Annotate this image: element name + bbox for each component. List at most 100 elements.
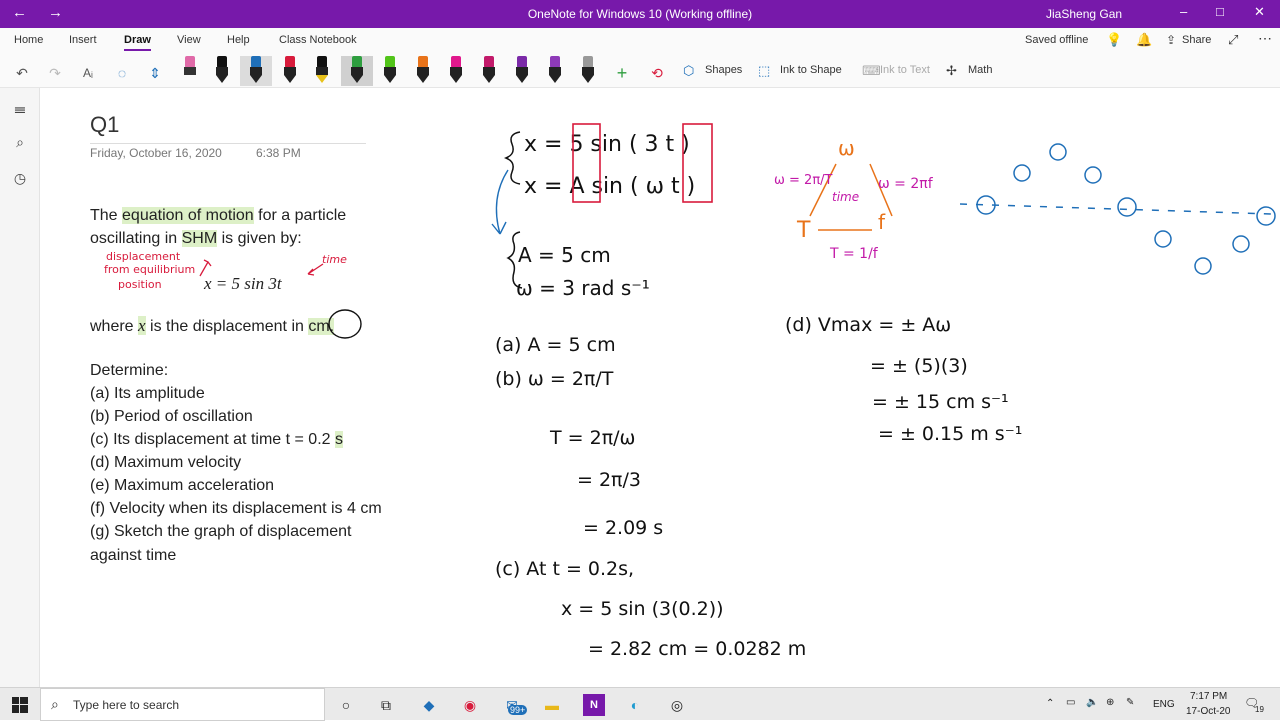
user-name[interactable]: JiaSheng Gan [1046,7,1122,21]
save-status: Saved offline [1025,34,1089,46]
tab-insert[interactable]: Insert [69,34,97,46]
ink-a-val: A = 5 cm [518,243,611,267]
sketch-circle [1256,206,1276,226]
chevron-up-icon[interactable]: ⌃ [1046,698,1054,709]
title-bar: ← → OneNote for Windows 10 (Working offl… [0,0,1280,28]
more-icon[interactable]: ⋯ [1258,30,1272,47]
close-icon[interactable]: ✕ [1254,4,1265,20]
mail-badge: 99+ [508,705,528,715]
search-icon[interactable]: ⌕ [10,134,30,154]
redo-icon[interactable]: ↷ [43,60,67,86]
add-space-icon[interactable]: ⇕ [143,60,167,86]
app-icon[interactable]: ◎ [666,694,688,716]
relation-triangle: ω T f time ω = 2π/T ω = 2πf T = 1/f [774,136,934,262]
search-placeholder: Type here to search [73,698,180,712]
lightbulb-icon[interactable]: 💡 [1106,32,1122,48]
maximize-icon[interactable]: □ [1216,4,1224,19]
type-select-icon[interactable]: Aᵢ [76,60,100,86]
ribbon: Home Insert Draw View Help Class Noteboo… [0,28,1280,88]
math-button[interactable]: Math [968,64,992,76]
sketch-circle [1049,143,1067,161]
windows-start-icon[interactable] [12,697,28,713]
annotation-time: time [322,253,347,266]
tab-draw[interactable]: Draw [124,34,151,51]
sketch-circle [1013,164,1031,182]
minimize-icon[interactable]: – [1180,4,1187,19]
undo-icon[interactable]: ↶ [10,60,34,86]
note-page[interactable]: Q1 Friday, October 16, 2020 6:38 PM The … [40,88,1280,687]
dropbox-icon[interactable]: ◆ [418,694,440,716]
recent-icon[interactable]: ◷ [10,170,30,190]
pen-pink-icon[interactable] [446,56,466,84]
left-navigation: 𝍢 ⌕ ◷ [0,88,40,687]
share-button[interactable]: Share [1182,34,1211,46]
file-explorer-icon[interactable]: ▬ [541,694,563,716]
tri-w-T: ω = 2π/T [774,173,833,188]
tri-right: f [878,210,886,234]
tab-home[interactable]: Home [14,34,43,46]
lasso-select-icon[interactable]: ◌ [110,60,134,86]
search-icon: ⌕ [51,696,59,712]
pen-purple-icon[interactable] [512,56,532,84]
shapes-button[interactable]: Shapes [705,64,742,76]
tab-help[interactable]: Help [227,34,250,46]
chrome-icon[interactable]: ◉ [459,694,481,716]
pen-violet-icon[interactable] [545,56,565,84]
arrow-icon [307,263,324,276]
sol-c2: x = 5 sin (3(0.2)) [561,598,724,620]
share-icon[interactable]: ⇪ [1166,33,1176,47]
bell-icon[interactable]: 🔔 [1136,32,1152,48]
pen-icon[interactable]: ✎ [1126,697,1134,708]
circle-annotation [328,309,362,339]
tab-class-notebook[interactable]: Class Notebook [279,34,357,46]
expand-icon[interactable]: ⤢ [1228,32,1238,48]
task-view-icon[interactable]: ⧉ [375,694,397,716]
annotation-displacement-1: displacement [106,250,181,263]
sol-d2: = ± (5)(3) [870,355,968,377]
pen-lime-icon[interactable] [380,56,400,84]
edge-icon[interactable]: ◐ [624,694,646,716]
equilibrium-line [959,203,1273,215]
sol-b4: = 2.09 s [583,517,663,539]
pen-black-icon[interactable] [212,56,232,84]
sketch-circle [1117,197,1137,217]
tri-top: ω [838,136,855,160]
arrow-icon [491,169,509,235]
pen-blue-icon[interactable] [246,56,266,84]
onenote-icon[interactable]: N [583,694,605,716]
cortana-icon[interactable]: ○ [335,694,357,716]
ruler-icon[interactable]: ⟲ [645,60,669,86]
pen-orange-icon[interactable] [413,56,433,84]
ink-to-shape-icon[interactable]: ⬚ [758,63,770,79]
language-indicator[interactable]: ENG [1153,699,1175,710]
ink-eq-bottom: x = A sin ( ω t ) [524,174,695,199]
pen-magenta-icon[interactable] [479,56,499,84]
shm-sketch [959,143,1276,275]
clock-date[interactable]: 17-Oct-20 [1186,706,1230,717]
sketch-circle [1084,166,1102,184]
pen-grey-icon[interactable] [578,56,598,84]
tri-T-f: T = 1/f [829,246,879,262]
clock-time[interactable]: 7:17 PM [1190,691,1227,702]
notebooks-icon[interactable]: 𝍢 [10,98,30,118]
ink-layer[interactable]: displacement from equilibrium position t… [40,88,1280,687]
math-icon[interactable]: ✢ [946,63,957,79]
eraser-icon[interactable] [180,56,200,84]
ink-to-text-button[interactable]: Ink to Text [880,64,930,76]
pen-red-icon[interactable] [280,56,300,84]
shapes-icon[interactable]: ⬡ [683,63,694,79]
annotation-displacement-2: from equilibrium [104,263,195,276]
taskbar-search[interactable]: ⌕ Type here to search [40,688,325,721]
ink-to-text-icon[interactable]: ⌨ [862,63,881,79]
add-pen-icon[interactable]: + [610,60,634,86]
ink-to-shape-button[interactable]: Ink to Shape [780,64,842,76]
volume-icon[interactable]: 🔈 [1086,697,1098,708]
network-icon[interactable]: ⊕ [1106,697,1114,708]
sol-c1: (c) At t = 0.2s, [495,558,634,580]
tab-view[interactable]: View [177,34,201,46]
notification-count: 19 [1255,705,1264,714]
battery-icon[interactable]: ▭ [1066,697,1075,708]
pen-gold-icon[interactable] [312,56,332,84]
tri-left: T [796,218,811,243]
pen-green-icon[interactable] [347,56,367,84]
